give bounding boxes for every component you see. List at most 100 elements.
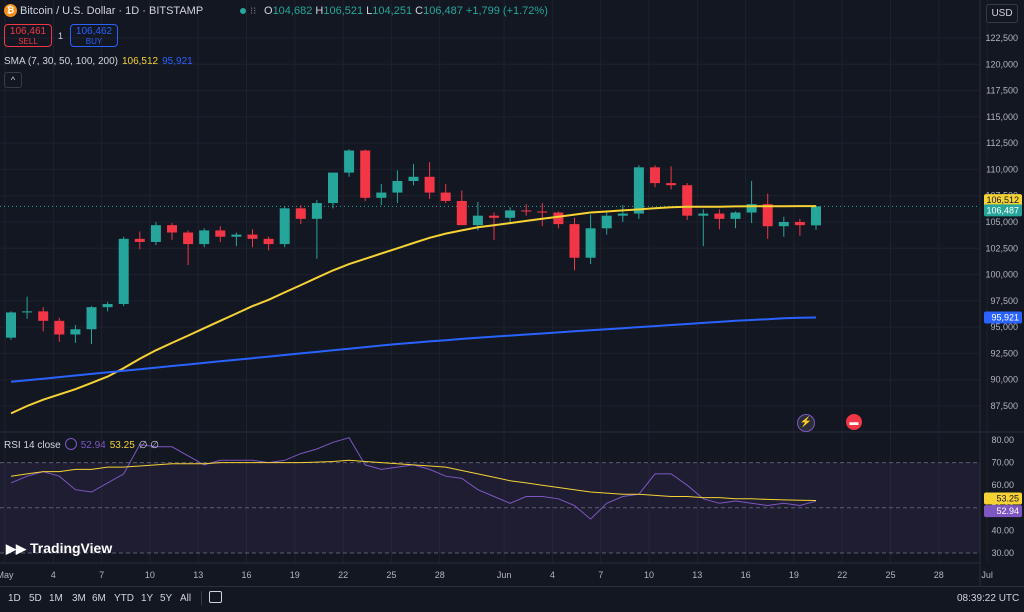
price-tick-label: 102,500: [985, 243, 1018, 253]
collapse-legend-button[interactable]: ^: [4, 72, 22, 88]
price-tick-label: 95,000: [990, 322, 1018, 332]
candle-body: [134, 238, 145, 242]
candle-body: [118, 238, 129, 305]
tradingview-logo: ▶▶ TradingView: [6, 540, 113, 556]
tradingview-logo-icon: ▶▶: [6, 541, 26, 556]
time-tick-label: 16: [241, 570, 251, 580]
sma-short-value-label: 106,512: [986, 195, 1019, 205]
candle-body: [424, 176, 435, 193]
price-tick-label: 110,000: [986, 164, 1018, 174]
price-tick-label: 122,500: [985, 33, 1018, 43]
price-tick-label: 97,500: [990, 296, 1018, 306]
market-open-icon: [240, 8, 246, 14]
candle-body: [714, 213, 725, 219]
time-tick-label: 4: [550, 570, 555, 580]
time-tick-label: 19: [789, 570, 799, 580]
candle-body: [811, 206, 821, 226]
price-tick-label: 105,000: [985, 217, 1018, 227]
candle-body: [199, 230, 210, 245]
rsi-indicator-icon: [64, 438, 77, 450]
range-ytd[interactable]: YTD: [114, 593, 134, 604]
range-5y[interactable]: 5Y: [160, 593, 172, 604]
spread-value: 1: [58, 31, 64, 41]
range-6m[interactable]: 6M: [92, 593, 106, 604]
time-tick-label: 22: [837, 570, 847, 580]
currency-selector[interactable]: USD: [986, 4, 1018, 23]
candle-body: [456, 200, 467, 226]
candle-body: [698, 213, 709, 216]
candle-body: [472, 215, 483, 226]
candle-body: [86, 307, 97, 330]
bitcoin-icon: ₿: [4, 4, 17, 17]
candle-body: [54, 320, 65, 335]
candle-body: [22, 311, 33, 313]
utc-clock[interactable]: 08:39:22 UTC: [957, 593, 1019, 604]
event-flash-icon[interactable]: ⚡: [797, 414, 815, 432]
time-tick-label: 7: [598, 570, 603, 580]
range-1m[interactable]: 1M: [49, 593, 63, 604]
time-tick-label: 22: [338, 570, 348, 580]
candle-body: [279, 208, 290, 245]
range-1d[interactable]: 1D: [8, 593, 21, 604]
last-price-label: 106,487: [986, 205, 1019, 215]
price-tick-label: 115,000: [986, 112, 1018, 122]
time-tick-label: 25: [885, 570, 895, 580]
rsi-legend[interactable]: RSI 14 close 52.94 53.25 ∅ ∅: [4, 438, 159, 451]
rsi-tick-label: 40.00: [991, 525, 1014, 535]
price-tick-label: 120,000: [985, 59, 1018, 69]
time-tick-label: 7: [99, 570, 104, 580]
time-tick-label: 4: [51, 570, 56, 580]
candle-body: [537, 211, 548, 213]
candle-body: [183, 232, 194, 245]
range-5d[interactable]: 5D: [29, 593, 42, 604]
candle-body: [778, 222, 789, 227]
sma-short-line: [10, 205, 816, 415]
range-3m[interactable]: 3M: [72, 593, 86, 604]
candle-body: [569, 224, 580, 258]
rsi-tick-label: 80.00: [991, 435, 1014, 445]
price-tick-label: 112,500: [986, 138, 1018, 148]
candle-body: [360, 150, 371, 198]
candle-body: [70, 329, 81, 335]
price-tick-label: 100,000: [985, 270, 1018, 280]
toolbar-divider: [201, 591, 202, 605]
time-tick-label: May: [0, 570, 14, 580]
time-tick-label: 10: [145, 570, 155, 580]
candle-body: [6, 312, 16, 338]
event-flag-icon[interactable]: ▬: [846, 414, 862, 430]
sma-legend[interactable]: SMA (7, 30, 50, 100, 200) 106,512 95,921: [4, 56, 193, 67]
time-tick-label: 16: [741, 570, 751, 580]
bottom-toolbar: [0, 586, 1024, 612]
time-tick-label: 10: [644, 570, 654, 580]
rsi-tick-label: 70.00: [991, 458, 1014, 468]
candle-body: [617, 213, 628, 216]
range-1y[interactable]: 1Y: [141, 593, 153, 604]
sell-button[interactable]: 106,461 SELL: [4, 24, 52, 47]
candle-body: [666, 183, 677, 186]
calendar-icon[interactable]: [209, 591, 222, 603]
ohlc-readout: O104,682 H106,521 L104,251 C106,487 +1,7…: [264, 5, 548, 17]
buy-button[interactable]: 106,462 BUY: [70, 24, 118, 47]
candle-body: [601, 215, 612, 229]
candle-body: [553, 212, 564, 225]
candle-body: [376, 192, 387, 198]
candle-body: [167, 225, 177, 233]
price-tick-label: 87,500: [990, 401, 1018, 411]
rsi-tick-label: 60.00: [991, 480, 1014, 490]
price-tick-label: 90,000: [990, 375, 1018, 385]
candle-body: [392, 180, 403, 193]
range-all[interactable]: All: [180, 593, 191, 604]
candle-body: [102, 304, 113, 308]
time-tick-label: Jun: [497, 570, 512, 580]
symbol-title[interactable]: Bitcoin / U.S. Dollar · 1D · BITSTAMP: [20, 5, 203, 17]
price-chart[interactable]: 87,50090,00092,50095,00097,500100,000102…: [0, 0, 1024, 611]
candle-body: [585, 228, 596, 258]
sma-long-value-label: 95,921: [991, 312, 1019, 322]
time-tick-label: 13: [692, 570, 702, 580]
more-icon[interactable]: ⁝⁝: [250, 6, 256, 17]
candle-body: [505, 210, 516, 218]
time-tick-label: 13: [193, 570, 203, 580]
time-tick-label: 25: [386, 570, 396, 580]
rsi-ma-value-label: 53.25: [996, 493, 1019, 503]
candle-body: [440, 192, 451, 201]
